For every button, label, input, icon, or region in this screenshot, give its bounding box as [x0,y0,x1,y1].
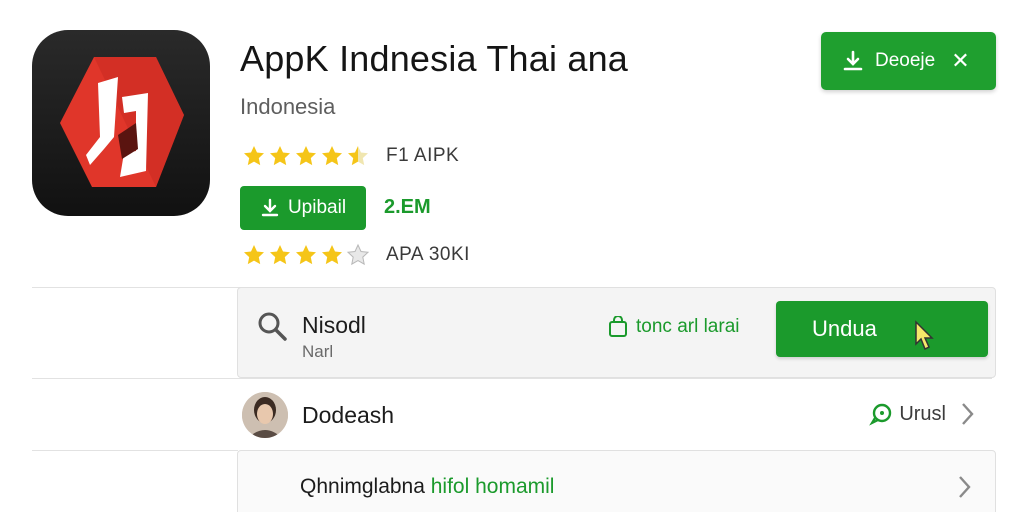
bottom-card-text-highlight: hifol homamil [430,475,555,498]
bag-icon [609,316,627,337]
rating-text: APA 30KI [386,244,470,265]
star-icon [322,146,342,166]
bottom-list-card[interactable]: Qhnimglabna hifol homamil [237,450,996,512]
star-icon [296,146,316,166]
star-icon [244,245,264,265]
divider [32,450,238,451]
update-button[interactable]: Upibail [240,186,366,230]
search-result-card[interactable]: Nisodl Narl tonc arl larai Undua [237,287,996,378]
download-icon [261,198,279,217]
developer-status-label: Urusl [899,402,946,425]
install-button[interactable]: Undua [776,301,988,357]
chevron-right-icon[interactable] [957,473,973,501]
app-logo-icon[interactable] [32,30,210,216]
star-icon [244,146,264,166]
result-tag: tonc arl larai [608,316,740,338]
app-region: Indonesia [240,94,336,119]
rating-row-primary: F1 AIPK [242,144,459,168]
cursor-icon [915,320,934,351]
result-title: Nisodl [302,312,366,338]
download-icon [843,50,863,71]
search-icon [258,312,287,341]
star-rating [242,144,370,168]
app-size: 2.EM [384,196,431,218]
star-half-icon [348,146,368,166]
chevron-right-icon[interactable] [960,400,976,428]
result-tag-label: tonc arl larai [636,316,740,337]
rating-row-secondary: APA 30KI [242,243,470,267]
app-title: AppK Indnesia Thai ana [240,38,629,79]
developer-status: Urusl [869,402,946,426]
star-icon [270,245,290,265]
avatar [242,392,288,438]
bottom-card-text-prefix: Qhnimglabna [300,475,431,498]
chat-icon [869,403,892,426]
bottom-card-text: Qhnimglabna hifol homamil [300,475,554,499]
rating-text: F1 AIPK [386,145,460,166]
result-subtitle: Narl [302,342,334,361]
app-store-page: AppK Indnesia Thai ana Indonesia F1 AIPK… [0,0,1024,512]
star-rating [242,243,370,267]
developer-row[interactable]: Dodeash Urusl [242,390,996,440]
divider [32,378,992,379]
developer-name: Dodeash [302,402,395,428]
update-button-label: Upibail [287,197,347,218]
download-button[interactable]: Deoeje ✕ [821,32,996,90]
close-icon[interactable]: ✕ [951,48,969,74]
download-button-label: Deoeje [875,50,936,71]
star-outline-icon [346,243,370,266]
star-icon [296,245,316,265]
star-icon [322,245,342,265]
star-icon [270,146,290,166]
